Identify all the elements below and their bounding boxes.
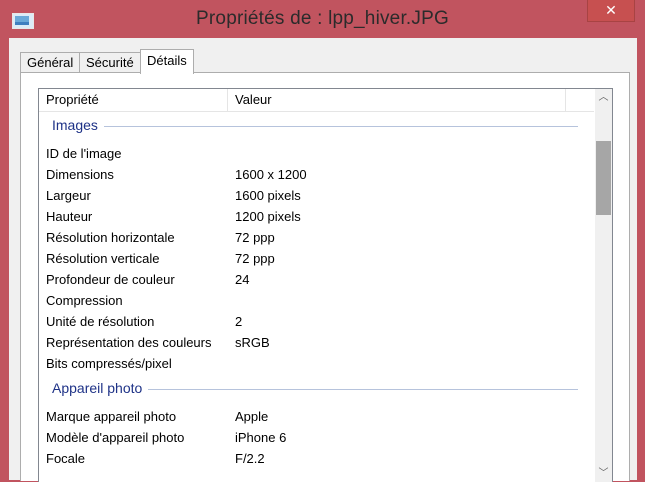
property-list[interactable]: Propriété Valeur Images ID de l'image Di… (38, 88, 613, 482)
scroll-up-icon[interactable]: ︿ (595, 89, 612, 106)
close-button[interactable]: ✕ (587, 0, 635, 22)
details-panel: Propriété Valeur Images ID de l'image Di… (20, 72, 630, 482)
property-name: Bits compressés/pixel (46, 356, 172, 371)
property-name: Compression (46, 293, 123, 308)
title-bar: Propriétés de : lpp_hiver.JPG ✕ (0, 0, 645, 38)
group-header-appareil-photo[interactable]: Appareil photo (39, 374, 594, 406)
property-name: ID de l'image (46, 146, 122, 161)
property-name: Hauteur (46, 209, 93, 224)
list-item[interactable]: Largeur 1600 pixels (39, 185, 594, 206)
property-name: Focale (46, 451, 86, 466)
window-title: Propriétés de : lpp_hiver.JPG (196, 8, 449, 29)
group-title: Images (52, 117, 104, 133)
list-rows: Images ID de l'image Dimensions 1600 x 12… (39, 111, 594, 469)
property-value: 1600 x 1200 (235, 167, 307, 182)
list-item[interactable]: Bits compressés/pixel (39, 353, 594, 374)
property-name: Résolution verticale (46, 251, 160, 266)
property-value: 1600 pixels (235, 188, 301, 203)
group-title: Appareil photo (52, 380, 149, 396)
list-item[interactable]: Marque appareil photo Apple (39, 406, 594, 427)
property-name: Résolution horizontale (46, 230, 175, 245)
property-name: Marque appareil photo (46, 409, 177, 424)
property-name: Largeur (46, 188, 91, 203)
list-item[interactable]: Hauteur 1200 pixels (39, 206, 594, 227)
property-value: sRGB (235, 335, 270, 350)
list-item[interactable]: Profondeur de couleur 24 (39, 269, 594, 290)
scrollbar-thumb[interactable] (596, 141, 611, 215)
property-name: Profondeur de couleur (46, 272, 175, 287)
list-item[interactable]: Résolution verticale 72 ppp (39, 248, 594, 269)
list-item[interactable]: Représentation des couleurs sRGB (39, 332, 594, 353)
scroll-down-icon[interactable]: ﹀ (595, 465, 612, 482)
list-item[interactable]: Dimensions 1600 x 1200 (39, 164, 594, 185)
group-divider (52, 126, 578, 127)
property-value: 72 ppp (235, 251, 275, 266)
tab-securite[interactable]: Sécurité (79, 52, 141, 73)
property-name: Représentation des couleurs (46, 335, 212, 350)
property-value: 24 (235, 272, 250, 287)
property-value: iPhone 6 (235, 430, 287, 445)
property-value: 2 (235, 314, 243, 329)
property-value: Apple (235, 409, 269, 424)
vertical-scrollbar[interactable]: ︿ ﹀ (595, 89, 612, 482)
group-header-images[interactable]: Images (39, 111, 594, 143)
property-value: 72 ppp (235, 230, 275, 245)
column-header-property[interactable]: Propriété (39, 89, 99, 111)
tab-details[interactable]: Détails (140, 49, 194, 74)
list-item[interactable]: Résolution horizontale 72 ppp (39, 227, 594, 248)
property-name: Dimensions (46, 167, 114, 182)
property-name: Unité de résolution (46, 314, 155, 329)
list-header: Propriété Valeur (39, 89, 594, 112)
tab-general[interactable]: Général (20, 52, 81, 73)
list-item[interactable]: Compression (39, 290, 594, 311)
property-value: F/2.2 (235, 451, 265, 466)
list-item[interactable]: Modèle d'appareil photo iPhone 6 (39, 427, 594, 448)
property-name: Modèle d'appareil photo (46, 430, 185, 445)
property-value: 1200 pixels (235, 209, 301, 224)
list-item[interactable]: Focale F/2.2 (39, 448, 594, 469)
column-header-value[interactable]: Valeur (228, 89, 272, 111)
list-item[interactable]: ID de l'image (39, 143, 594, 164)
dialog-body: Général Sécurité Détails Propriété Valeu… (9, 38, 637, 482)
column-divider[interactable] (565, 89, 566, 111)
list-item[interactable]: Unité de résolution 2 (39, 311, 594, 332)
